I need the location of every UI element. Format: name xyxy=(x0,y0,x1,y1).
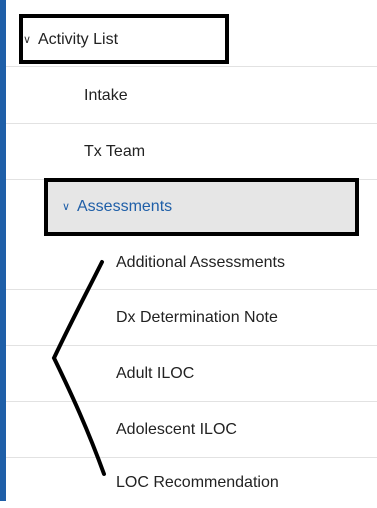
nav-item-intake[interactable]: Intake xyxy=(6,68,377,124)
nav-item-tx-team[interactable]: Tx Team xyxy=(6,124,377,180)
nav-item-label: Assessments xyxy=(77,198,173,215)
nav-item-label: Tx Team xyxy=(84,142,146,160)
chevron-down-icon[interactable]: ∨ xyxy=(23,34,35,46)
nav-item-label: Activity List xyxy=(38,31,119,48)
nav-item-label: Intake xyxy=(84,86,128,104)
nav-item-activity-list[interactable]: ∨ Activity List xyxy=(6,14,377,67)
nav-subitem-additional-assessments[interactable]: Additional Assessments xyxy=(6,236,377,290)
nav-subitem-adult-iloc[interactable]: Adult ILOC xyxy=(6,346,377,402)
nav-subitem-label: Adolescent ILOC xyxy=(116,420,237,438)
nav-subitem-label: Dx Determination Note xyxy=(116,308,278,326)
nav-subitem-dx-determination-note[interactable]: Dx Determination Note xyxy=(6,290,377,346)
nav-subitem-label: Additional Assessments xyxy=(116,253,285,271)
chevron-down-icon[interactable]: ∨ xyxy=(62,201,74,213)
nav-subitem-label: Adult ILOC xyxy=(116,364,195,382)
nav-subitem-adolescent-iloc[interactable]: Adolescent ILOC xyxy=(6,402,377,458)
nav-item-assessments[interactable]: ∨ Assessments xyxy=(44,178,359,236)
nav-subitem-label: LOC Recommendation xyxy=(116,474,279,491)
